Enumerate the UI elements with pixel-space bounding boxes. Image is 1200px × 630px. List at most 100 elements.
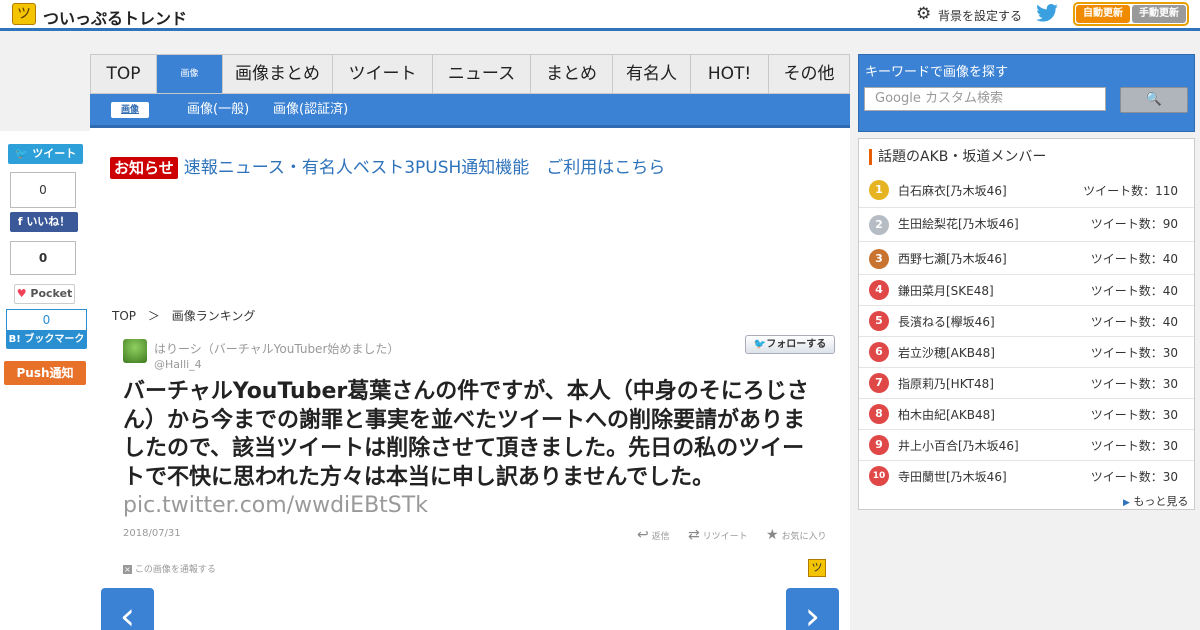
pocket-icon: ♥ [16, 287, 31, 300]
tab-celebrities[interactable]: 有名人 [613, 55, 691, 93]
hatena-bookmark-button[interactable]: B! ブックマーク [6, 330, 87, 349]
ranking-row[interactable]: 3 西野七瀬[乃木坂46] ツイート数：40 [859, 242, 1194, 275]
subtab-images-verified[interactable]: 画像(認証済) [273, 102, 348, 118]
member-name[interactable]: 寺田蘭世[乃木坂46] [898, 468, 1007, 485]
user-avatar[interactable] [123, 339, 147, 363]
ranking-row[interactable]: 8 柏木由紀[AKB48] ツイート数：30 [859, 399, 1194, 430]
tab-top[interactable]: TOP [91, 55, 157, 93]
triangle-right-icon: ▶ [1123, 498, 1130, 508]
site-name[interactable]: ついっぷるトレンド [43, 5, 187, 29]
tab-news[interactable]: ニュース [433, 55, 531, 93]
twitter-bird-icon: 🐦 [753, 339, 767, 350]
breadcrumb-separator: ＞ [147, 309, 160, 323]
auto-update-button[interactable]: 自動更新 [1076, 5, 1130, 23]
tweet-share-button[interactable]: 🐦 ツイート [8, 144, 83, 164]
ranking-row[interactable]: 5 長濱ねる[欅坂46] ツイート数：40 [859, 306, 1194, 337]
tweet-body: バーチャルYouTuber葛葉さんの件ですが、本人（中身のそにろじさん）から今ま… [123, 379, 809, 490]
site-mini-icon: ツ [808, 559, 826, 577]
ranking-row[interactable]: 1 白石麻衣[乃木坂46] ツイート数：110 [859, 173, 1194, 208]
rank-badge-icon: 5 [869, 311, 889, 331]
tweet-count: ツイート数：30 [1090, 377, 1178, 391]
user-handle[interactable]: @Halli_4 [154, 358, 202, 371]
rank-badge-icon: 6 [869, 342, 889, 362]
tab-matome[interactable]: まとめ [531, 55, 613, 93]
pocket-label: Pocket [30, 287, 73, 300]
push-notification-button[interactable]: Push通知 [4, 361, 86, 385]
member-name[interactable]: 岩立沙穂[AKB48] [898, 344, 995, 361]
subtab-images[interactable]: 画像 [111, 102, 150, 118]
notice-text[interactable]: 速報ニュース・有名人ベスト3PUSH通知機能 ご利用はこちら [184, 158, 666, 178]
subtab-images-general[interactable]: 画像(一般) [187, 102, 249, 118]
rank-badge-icon: 10 [869, 466, 889, 486]
ranking-row[interactable]: 9 井上小百合[乃木坂46] ツイート数：30 [859, 430, 1194, 461]
tweet-count: ツイート数：40 [1090, 284, 1178, 298]
tweet-date: 2018/07/31 [123, 528, 181, 539]
ranking-row[interactable]: 2 生田絵梨花[乃木坂46] ツイート数：90 [859, 208, 1194, 242]
search-input[interactable]: Google カスタム検索 [864, 87, 1106, 111]
search-button[interactable]: 🔍 [1120, 87, 1188, 113]
ranking-row[interactable]: 10 寺田蘭世[乃木坂46] ツイート数：30 [859, 461, 1194, 492]
manual-update-button[interactable]: 手動更新 [1132, 5, 1186, 23]
breadcrumb-top[interactable]: TOP [112, 309, 136, 323]
notice-banner[interactable]: お知らせ 速報ニュース・有名人ベスト3PUSH通知機能 ご利用はこちら [110, 153, 665, 179]
tab-other[interactable]: その他 [769, 55, 849, 93]
bg-setting-link[interactable]: 背景を設定する [938, 7, 1022, 24]
facebook-like-count: 0 [10, 172, 76, 208]
gear-icon[interactable]: ⚙ [916, 5, 931, 23]
facebook-like-button[interactable]: f いいね！ [10, 212, 78, 232]
site-header: ツ ついっぷるトレンド ⚙ 背景を設定する 自動更新 手動更新 [0, 0, 1200, 31]
tab-images[interactable]: 画像 [157, 55, 223, 93]
reply-icon: ↩ [637, 527, 649, 543]
search-icon: 🔍 [1145, 92, 1163, 107]
user-display-name[interactable]: はりーシ（バーチャルYouTuber始めました） [154, 340, 399, 357]
report-label: この画像を通報する [134, 565, 216, 575]
tweet-count: ツイート数：40 [1090, 315, 1178, 329]
tab-hot[interactable]: HOT! [691, 55, 769, 93]
member-ranking: 話題のAKB・坂道メンバー 1 白石麻衣[乃木坂46] ツイート数：110 2 … [858, 138, 1195, 510]
member-name[interactable]: 井上小百合[乃木坂46] [898, 437, 1019, 454]
member-name[interactable]: 鎌田菜月[SKE48] [898, 282, 994, 299]
ranking-row[interactable]: 7 指原莉乃[HKT48] ツイート数：30 [859, 368, 1194, 399]
member-name[interactable]: 生田絵梨花[乃木坂46] [898, 215, 1019, 232]
member-name[interactable]: 指原莉乃[HKT48] [898, 375, 994, 392]
breadcrumb: TOP ＞ 画像ランキング [112, 307, 255, 324]
twitter-bird-icon[interactable] [1036, 4, 1058, 22]
update-toggle: 自動更新 手動更新 [1073, 2, 1189, 26]
site-logo-icon[interactable]: ツ [12, 3, 36, 25]
prev-image-button[interactable]: ‹ [101, 588, 154, 630]
favorite-button[interactable]: ★ お気に入り [766, 527, 826, 543]
member-name[interactable]: 西野七瀬[乃木坂46] [898, 250, 1007, 267]
tweet-count: ツイート数：30 [1090, 439, 1178, 453]
notice-badge: お知らせ [110, 157, 178, 179]
follow-button[interactable]: 🐦フォローする [745, 335, 835, 354]
reply-button[interactable]: ↩ 返信 [637, 527, 670, 543]
ranking-title: 話題のAKB・坂道メンバー [869, 149, 1046, 165]
more-label: もっと見る [1133, 495, 1189, 508]
retweet-button[interactable]: ⇄ リツイート [688, 527, 748, 543]
search-label: キーワードで画像を探す [865, 65, 1009, 80]
member-name[interactable]: 長濱ねる[欅坂46] [898, 313, 995, 330]
member-name[interactable]: 柏木由紀[AKB48] [898, 406, 995, 423]
retweet-icon: ⇄ [688, 527, 700, 543]
twitter-bird-icon: 🐦 [14, 147, 33, 160]
pocket-button[interactable]: ♥ Pocket [14, 284, 75, 304]
star-icon: ★ [766, 527, 779, 543]
retweet-label: リツイート [702, 532, 748, 542]
ranking-row[interactable]: 4 鎌田菜月[SKE48] ツイート数：40 [859, 275, 1194, 306]
tab-image-summary[interactable]: 画像まとめ [223, 55, 333, 93]
more-link[interactable]: ▶ もっと見る [1123, 493, 1188, 509]
rank-badge-icon: 4 [869, 280, 889, 300]
tab-tweets[interactable]: ツイート [333, 55, 433, 93]
tweet-pic-link[interactable]: pic.twitter.com/wwdiEBtSTk [123, 493, 428, 518]
rank-medal-silver-icon: 2 [869, 215, 889, 235]
tweet-count: ツイート数：90 [1090, 217, 1178, 231]
rank-medal-gold-icon: 1 [869, 180, 889, 200]
next-image-button[interactable]: › [786, 588, 839, 630]
follow-label: フォローする [766, 339, 827, 350]
tweet-count: ツイート数：110 [1083, 184, 1178, 198]
member-name[interactable]: 白石麻衣[乃木坂46] [898, 182, 1007, 199]
reply-label: 返信 [651, 532, 670, 542]
ranking-row[interactable]: 6 岩立沙穂[AKB48] ツイート数：30 [859, 337, 1194, 368]
report-link[interactable]: × この画像を通報する [123, 562, 216, 575]
tweet-count: ツイート数：40 [1090, 252, 1178, 266]
